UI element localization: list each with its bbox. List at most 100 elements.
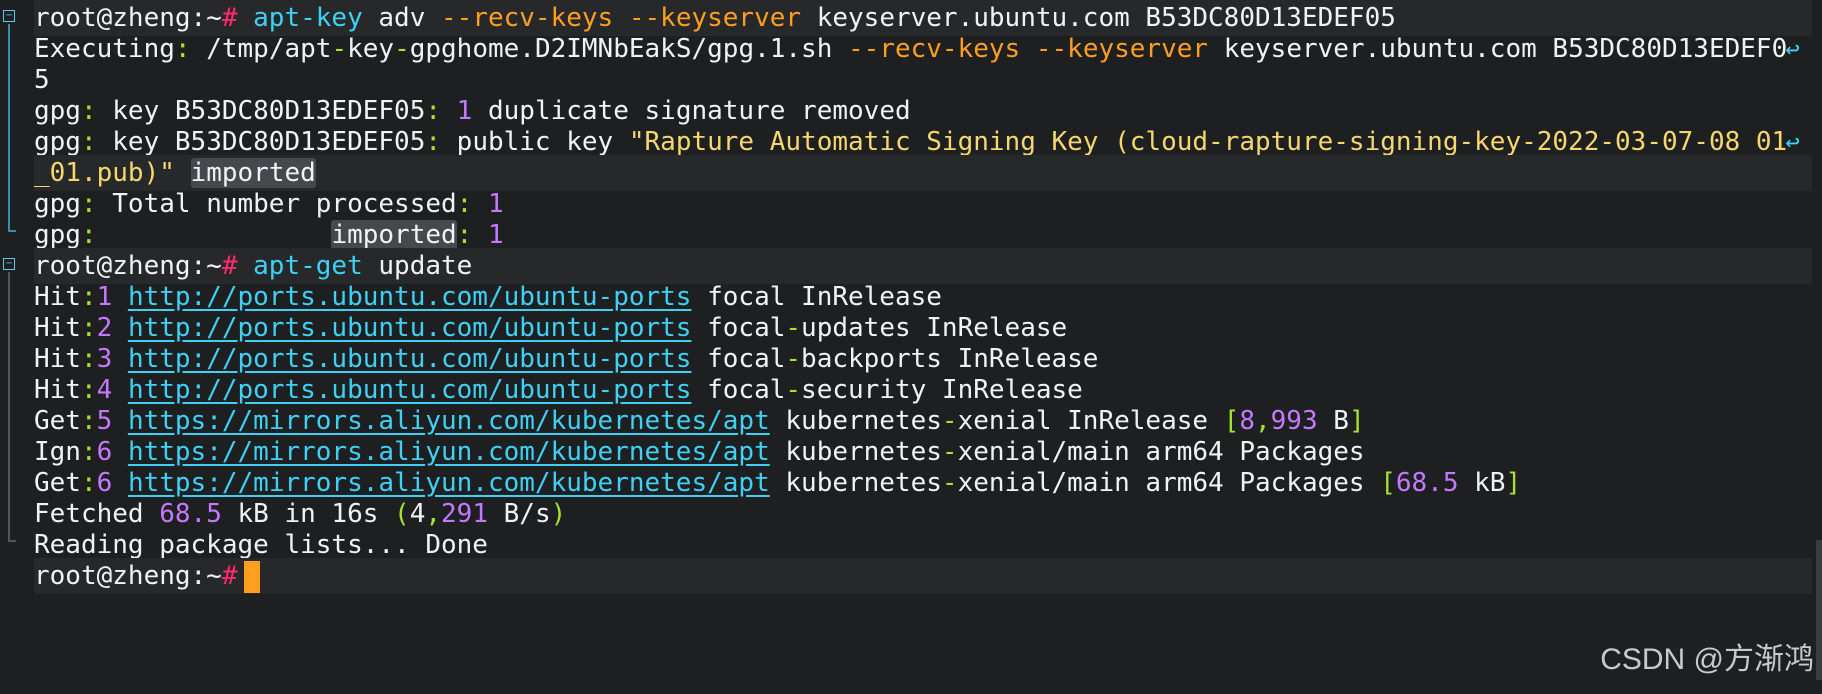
apt-index: 6	[96, 468, 113, 498]
size-number: 68.5	[1395, 468, 1459, 498]
apt-tag: Get	[34, 406, 81, 436]
prompt-user-host: root@zheng:~	[34, 561, 222, 591]
terminal-window[interactable]: − − root@zheng:~# apt-key adv --recv-key…	[0, 0, 1822, 694]
highlighted-word: imported	[190, 158, 316, 188]
colon: :	[80, 220, 97, 250]
bracket-open: [	[1223, 406, 1240, 436]
key-name-string: _01.pub)"	[34, 158, 175, 188]
bracket-close: ]	[1348, 406, 1365, 436]
prompt-hash: #	[221, 251, 238, 281]
apt-index: 5	[96, 406, 113, 436]
exec-path: /tmp/apt	[190, 34, 332, 64]
prompt-hash: #	[221, 561, 238, 591]
colon: :	[456, 220, 473, 250]
colon: :	[80, 437, 97, 467]
colon: :	[80, 468, 97, 498]
fold-guide-end	[8, 230, 16, 232]
flag-recv-keys: --recv-keys	[848, 34, 1021, 64]
text-cursor	[243, 560, 260, 593]
gpg-prefix: gpg	[34, 220, 81, 250]
exec-path: gpghome.D2IMNbEakS/gpg.1.sh	[409, 34, 849, 64]
repo-url-link[interactable]: http://ports.ubuntu.com/ubuntu-ports	[128, 313, 692, 343]
fold-minus-icon[interactable]: −	[3, 258, 15, 270]
suite-name: focal	[691, 375, 786, 405]
repo-url-link[interactable]: https://mirrors.aliyun.com/kubernetes/ap…	[128, 406, 770, 436]
repo-url-link[interactable]: http://ports.ubuntu.com/ubuntu-ports	[128, 375, 692, 405]
prompt-hash: #	[221, 3, 238, 33]
fetched-amount: 68.5	[159, 499, 222, 529]
fold-minus-icon[interactable]: −	[3, 10, 15, 22]
suite-name: kubernetes	[769, 437, 942, 467]
dash: -	[785, 344, 802, 374]
suite-detail: security InRelease	[801, 375, 1083, 405]
paren-close: )	[550, 499, 567, 529]
suite-detail: InRelease	[785, 282, 942, 312]
exec-path: key	[347, 34, 395, 64]
colon: :	[80, 313, 97, 343]
bracket-open: [	[1380, 468, 1396, 498]
suite-name: focal	[691, 313, 786, 343]
apt-tag: Hit	[34, 313, 81, 343]
fetched-text: kB in 16s	[221, 499, 395, 529]
key-name-string: "Rapture Automatic Signing Key (cloud-ra…	[628, 127, 1788, 157]
dash: -	[941, 437, 958, 467]
flag-keyserver: --keyserver	[628, 3, 802, 33]
gpg-key: key B53DC80D13EDEF05	[96, 127, 426, 157]
colon: :	[80, 96, 97, 126]
suite-name: kubernetes	[769, 468, 942, 498]
apt-index: 3	[96, 344, 113, 374]
suite-detail: xenial/main arm64 Packages	[957, 468, 1381, 498]
apt-tag: Get	[34, 468, 81, 498]
dash: -	[785, 375, 802, 405]
count: 1	[456, 96, 473, 126]
repo-url-link[interactable]: https://mirrors.aliyun.com/kubernetes/ap…	[128, 468, 770, 498]
apt-index: 4	[96, 375, 113, 405]
dash: -	[331, 34, 348, 64]
comma: ,	[1255, 406, 1271, 436]
suite-detail: backports InRelease	[801, 344, 1099, 374]
colon: :	[80, 344, 97, 374]
colon: :	[80, 189, 97, 219]
suite-name: focal	[691, 344, 786, 374]
repo-url-link[interactable]: http://ports.ubuntu.com/ubuntu-ports	[128, 344, 692, 374]
suite-detail: xenial/main arm64 Packages	[957, 437, 1365, 467]
colon: :	[80, 375, 97, 405]
command-rest: keyserver.ubuntu.com B53DC80D13EDEF05	[801, 3, 1396, 33]
gpg-key: key B53DC80D13EDEF05	[96, 96, 426, 126]
command-line-current[interactable]: root@zheng:~#	[34, 558, 1812, 594]
colon: :	[80, 406, 97, 436]
suite-detail: updates InRelease	[801, 313, 1068, 343]
prompt-user-host: root@zheng:~	[34, 3, 222, 33]
paren-open: (	[394, 499, 410, 529]
colon: :	[80, 282, 97, 312]
repo-url-link[interactable]: https://mirrors.aliyun.com/kubernetes/ap…	[128, 437, 770, 467]
repo-url-link[interactable]: http://ports.ubuntu.com/ubuntu-ports	[128, 282, 692, 312]
apt-index: 1	[96, 282, 113, 312]
fetched-label: Fetched	[34, 499, 160, 529]
apt-tag: Hit	[34, 375, 81, 405]
dash: -	[941, 406, 958, 436]
suite-name: kubernetes	[769, 406, 942, 436]
colon: :	[80, 127, 97, 157]
command-args: update	[362, 251, 473, 281]
suite-detail: xenial InRelease	[957, 406, 1224, 436]
wrapped-text: 5	[34, 65, 50, 95]
count: 1	[487, 220, 504, 250]
gpg-prefix: gpg	[34, 189, 81, 219]
colon: :	[456, 189, 473, 219]
rate-unit: B/s	[487, 499, 551, 529]
size-number: 993	[1270, 406, 1318, 436]
command-args: adv	[362, 3, 442, 33]
fold-guide	[8, 24, 10, 230]
command-name: apt-get	[253, 251, 363, 281]
watermark: CSDN @方渐鸿	[1600, 643, 1814, 676]
count: 1	[487, 189, 504, 219]
size-unit: kB	[1458, 468, 1506, 498]
rate-part: 4	[409, 499, 426, 529]
gpg-prefix: gpg	[34, 127, 81, 157]
scrollbar[interactable]	[1816, 540, 1822, 680]
gpg-text: public key	[441, 127, 629, 157]
executing-label: Executing	[34, 34, 175, 64]
gpg-text: duplicate signature removed	[472, 96, 911, 126]
gpg-prefix: gpg	[34, 96, 81, 126]
